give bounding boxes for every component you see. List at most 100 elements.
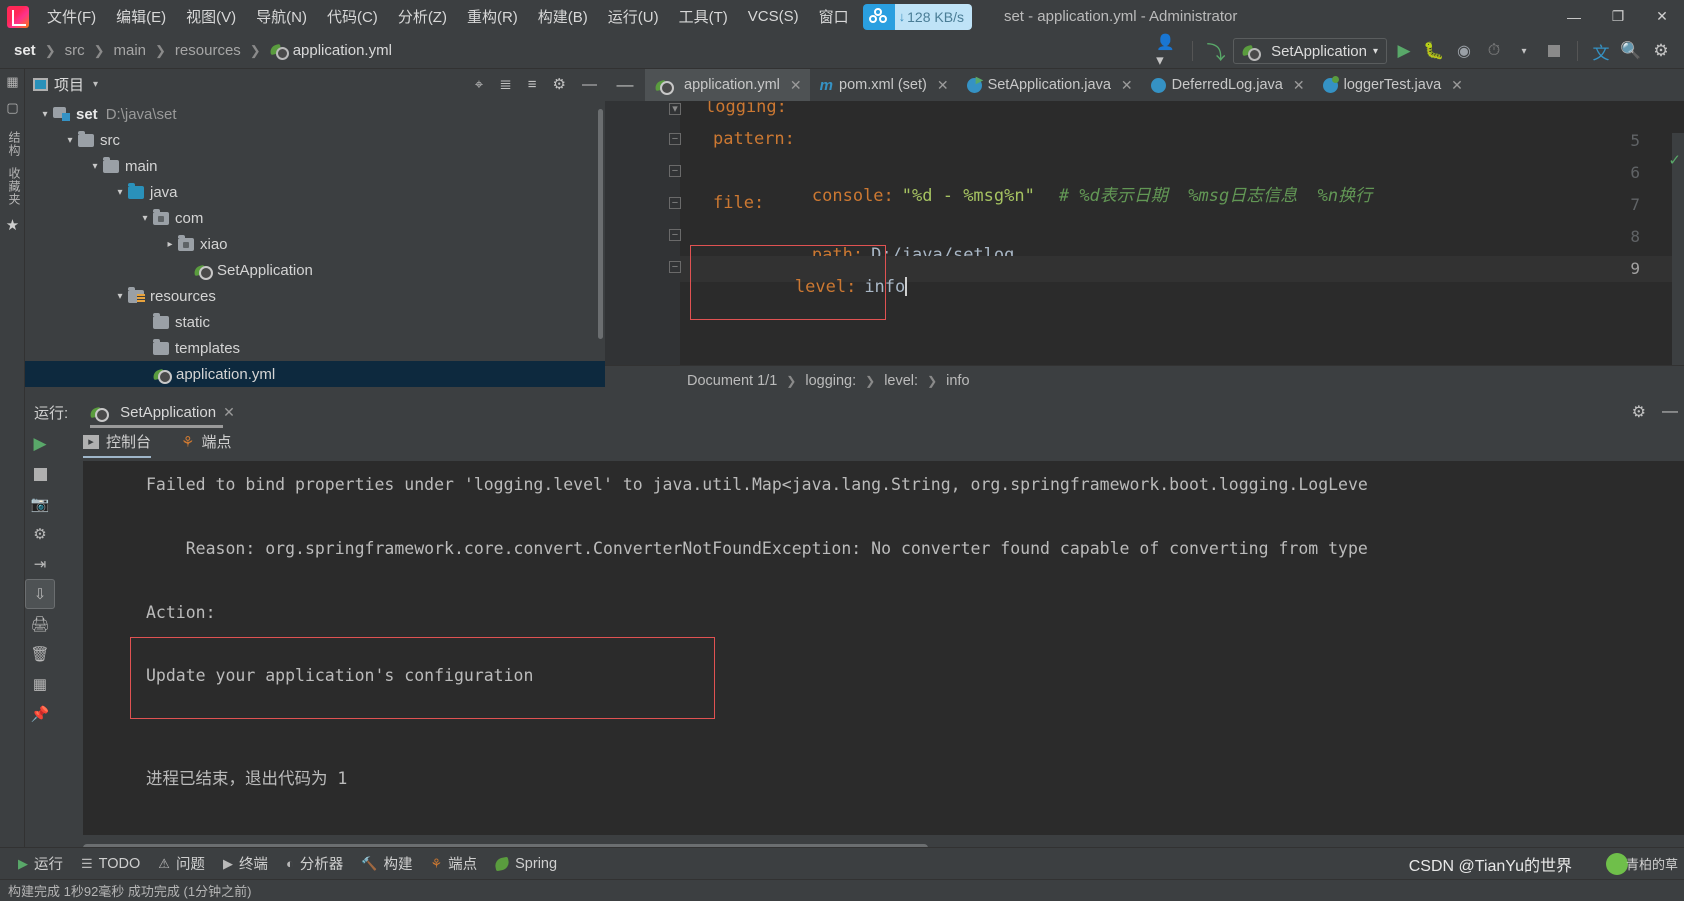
thread-dump-icon[interactable]: ⚙ xyxy=(25,519,55,549)
bottom-item-problems[interactable]: ⚠ 问题 xyxy=(158,853,205,874)
fold-icon[interactable]: − xyxy=(669,229,681,241)
close-icon[interactable]: ✕ xyxy=(223,404,235,421)
menu-item-build[interactable]: 构建(B) xyxy=(528,2,598,31)
editor-tab-loggertest-java[interactable]: loggerTest.java ✕ xyxy=(1312,69,1471,101)
menu-item-code[interactable]: 代码(C) xyxy=(317,2,388,31)
doc-crumb-level[interactable]: level: xyxy=(884,373,918,389)
bottom-item-spring[interactable]: Spring xyxy=(494,856,557,872)
editor-tab-setapplication-java[interactable]: SetApplication.java ✕ xyxy=(956,69,1141,101)
user-icon[interactable]: 👤▾ xyxy=(1156,34,1182,69)
collapse-all-icon[interactable]: ≡ xyxy=(528,76,537,93)
editor-tab-deferredlog-java[interactable]: DeferredLog.java ✕ xyxy=(1140,69,1313,101)
run-with-coverage-icon[interactable]: ◉ xyxy=(1451,38,1477,64)
fold-icon[interactable]: ▾ xyxy=(669,103,681,115)
fold-icon[interactable]: − xyxy=(669,165,681,177)
network-speed-badge[interactable]: ↓ 128 KB/s xyxy=(862,3,972,30)
tree-row-resources[interactable]: resources xyxy=(25,283,605,309)
menu-bar[interactable]: 文件(F) 编辑(E) 视图(V) 导航(N) 代码(C) 分析(Z) 重构(R… xyxy=(37,2,859,31)
tab-endpoints[interactable]: ⚘ 端点 xyxy=(181,431,231,458)
favorites-label[interactable]: 收藏夹 xyxy=(6,167,23,206)
code-editor[interactable]: logging: ▾ 5 − pattern: 6 − console: "%d … xyxy=(605,101,1684,395)
build-icon[interactable]: ⤵ xyxy=(1203,38,1229,64)
project-scrollbar[interactable] xyxy=(598,109,603,339)
menu-item-tools[interactable]: 工具(T) xyxy=(669,2,738,31)
breadcrumb-item-resources[interactable]: resources xyxy=(175,42,241,59)
minimize-icon[interactable]: — xyxy=(1552,0,1596,33)
soft-wrap-icon[interactable]: ⇥ xyxy=(25,549,55,579)
tree-row-static[interactable]: static xyxy=(25,309,605,335)
inspection-ok-icon[interactable]: ✓ xyxy=(1668,151,1681,169)
fold-icon[interactable]: − xyxy=(669,133,681,145)
settings-icon[interactable]: ⚙ xyxy=(1632,402,1646,422)
bottom-item-endpoints[interactable]: ⚘ 端点 xyxy=(430,853,477,874)
maximize-icon[interactable]: ❐ xyxy=(1596,0,1640,33)
structure-label[interactable]: 结构 xyxy=(6,131,23,157)
bottom-item-todo[interactable]: ☰ TODO xyxy=(81,856,140,872)
close-icon[interactable]: ✕ xyxy=(1121,77,1133,94)
close-icon[interactable]: ✕ xyxy=(1293,77,1305,94)
tree-row-src[interactable]: src xyxy=(25,127,605,153)
menu-item-navigate[interactable]: 导航(N) xyxy=(246,2,317,31)
fold-icon[interactable]: − xyxy=(669,261,681,273)
editor-gutter[interactable] xyxy=(605,101,680,395)
stop-icon[interactable] xyxy=(25,459,55,489)
bottom-item-run[interactable]: ▶ 运行 xyxy=(18,853,63,874)
chevron-icon[interactable] xyxy=(137,213,153,224)
tree-row-templates[interactable]: templates xyxy=(25,335,605,361)
expand-all-icon[interactable]: ≣ xyxy=(499,75,512,93)
scroll-to-end-icon[interactable]: ⇩ xyxy=(25,579,55,609)
doc-crumb-info[interactable]: info xyxy=(946,373,969,389)
tree-row-application-yml[interactable]: application.yml xyxy=(25,361,605,387)
editor-tab-application-yml[interactable]: application.yml ✕ xyxy=(645,69,810,101)
run-configuration-selector[interactable]: SetApplication ▾ xyxy=(1233,38,1387,64)
menu-item-refactor[interactable]: 重构(R) xyxy=(457,2,528,31)
chevron-icon[interactable] xyxy=(162,239,178,250)
close-icon[interactable]: ✕ xyxy=(1451,77,1463,94)
star-icon[interactable]: ★ xyxy=(0,212,25,238)
clear-all-icon[interactable]: 🗑 xyxy=(25,639,55,669)
pin-icon[interactable]: 📌 xyxy=(25,699,55,729)
tree-row-main[interactable]: main xyxy=(25,153,605,179)
close-icon[interactable]: ✕ xyxy=(1640,0,1684,33)
bottom-item-terminal[interactable]: ▶ 终端 xyxy=(223,853,268,874)
menu-item-view[interactable]: 视图(V) xyxy=(176,2,246,31)
chevron-icon[interactable] xyxy=(62,135,78,146)
chevron-down-icon[interactable]: ▾ xyxy=(1511,38,1537,64)
tab-console[interactable]: ▸ 控制台 xyxy=(83,431,152,458)
chevron-down-icon[interactable]: ▾ xyxy=(93,79,98,90)
stop-icon[interactable] xyxy=(1541,38,1567,64)
doc-crumb-logging[interactable]: logging: xyxy=(805,373,856,389)
debug-icon[interactable]: 🐛 xyxy=(1421,38,1447,64)
layout-icon[interactable]: ▦ xyxy=(25,669,55,699)
menu-item-analyze[interactable]: 分析(Z) xyxy=(388,2,457,31)
menu-item-window[interactable]: 窗口 xyxy=(809,2,859,31)
translate-icon[interactable]: 文 xyxy=(1588,38,1614,64)
breadcrumb-item-main[interactable]: main xyxy=(114,42,147,59)
project-icon[interactable]: ▦ xyxy=(0,69,25,95)
camera-icon[interactable]: 📷 xyxy=(25,489,55,519)
run-config-tab[interactable]: SetApplication ✕ xyxy=(90,404,235,428)
menu-item-vcs[interactable]: VCS(S) xyxy=(738,4,809,29)
breadcrumb[interactable]: set ❯ src ❯ main ❯ resources ❯ applicati… xyxy=(14,42,392,60)
print-icon[interactable]: 🖨 xyxy=(25,609,55,639)
menu-item-edit[interactable]: 编辑(E) xyxy=(106,2,176,31)
editor-scrollbar[interactable] xyxy=(1672,133,1684,395)
breadcrumb-item-src[interactable]: src xyxy=(65,42,85,59)
breadcrumb-item-file[interactable]: application.yml xyxy=(293,42,392,59)
run-icon[interactable]: ▶ xyxy=(1391,38,1417,64)
search-icon[interactable]: 🔍 xyxy=(1618,38,1644,64)
close-icon[interactable]: ✕ xyxy=(790,77,802,94)
close-icon[interactable]: ✕ xyxy=(937,77,949,94)
tree-row-com[interactable]: com xyxy=(25,205,605,231)
bottom-item-build[interactable]: 🔨 构建 xyxy=(361,853,412,874)
tree-row-java[interactable]: java xyxy=(25,179,605,205)
bottom-item-profiler[interactable]: ◐ 分析器 xyxy=(286,853,343,874)
settings-icon[interactable]: ⚙ xyxy=(553,75,566,93)
hide-icon[interactable]: — xyxy=(582,76,597,93)
chevron-icon[interactable] xyxy=(37,109,53,120)
console-output[interactable]: Failed to bind properties under 'logging… xyxy=(83,461,1684,835)
chevron-icon[interactable] xyxy=(112,291,128,302)
window-controls[interactable]: — ❐ ✕ xyxy=(1552,0,1684,33)
tree-row-set[interactable]: set D:\java\set xyxy=(25,101,605,127)
bookmarks-icon[interactable]: ▢ xyxy=(0,95,25,121)
